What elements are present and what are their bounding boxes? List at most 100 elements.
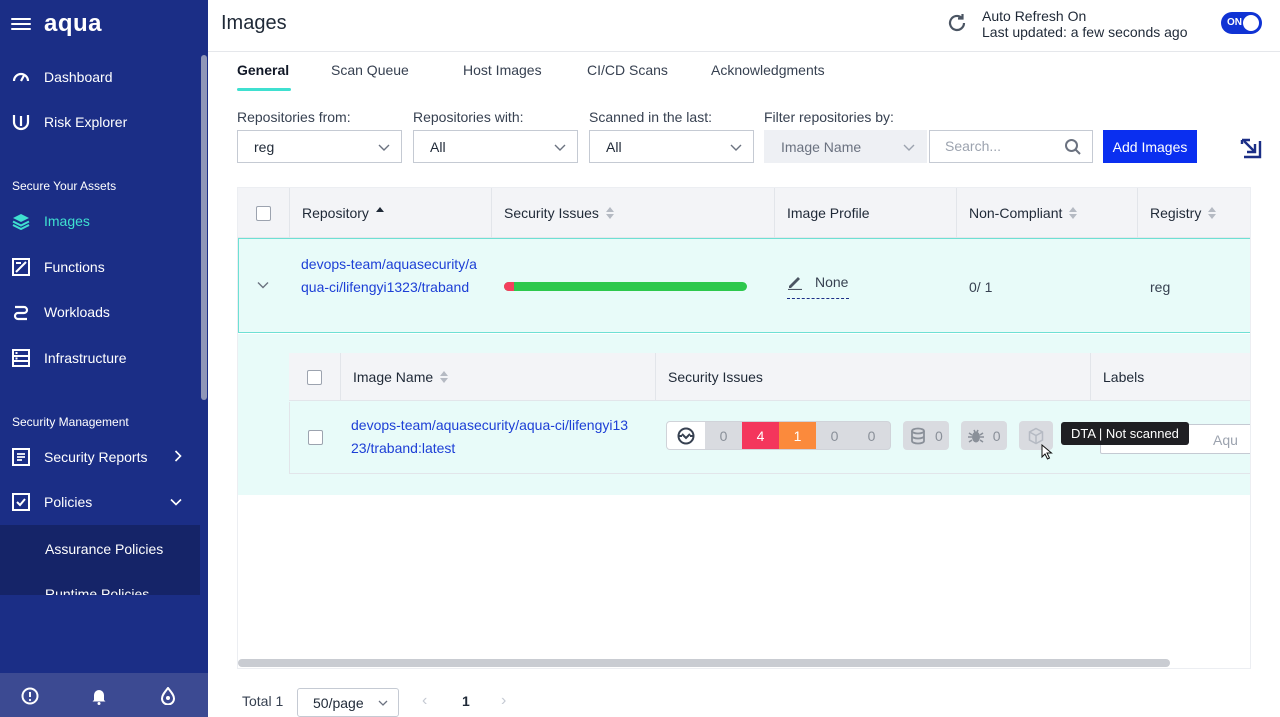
repos-with-label: Repositories with: — [413, 109, 524, 125]
select-value: All — [430, 139, 446, 155]
repos-with-select[interactable]: All — [413, 130, 578, 163]
col-label: Security Issues — [504, 205, 599, 221]
sidebar-footer — [0, 673, 208, 717]
layers-icon — [11, 211, 31, 231]
toggle-knob — [1243, 15, 1259, 31]
sidebar-item-infrastructure[interactable]: Infrastructure — [0, 338, 200, 378]
sidebar-item-label: Functions — [44, 259, 105, 275]
pagination-total: Total 1 — [242, 693, 284, 709]
prev-page-button[interactable]: ‹ — [422, 692, 427, 710]
sidebar-item-label: Security Reports — [44, 449, 148, 465]
select-value: reg — [254, 139, 275, 155]
sidebar-item-label: Workloads — [44, 304, 110, 320]
chevron-down-icon — [903, 144, 915, 151]
select-value: Image Name — [781, 139, 862, 155]
submenu-assurance-policies[interactable]: Assurance Policies — [45, 541, 163, 557]
search-box — [929, 130, 1093, 163]
col-label: Non-Compliant — [969, 205, 1063, 221]
security-issues-badges: 0 4 1 0 0 0 0 — [666, 421, 1053, 450]
bug-icon — [967, 429, 984, 443]
sidebar-item-policies[interactable]: Policies — [0, 482, 200, 522]
tab-general[interactable]: General — [237, 62, 291, 91]
col-security-issues[interactable]: Security Issues — [492, 188, 775, 238]
vulnerabilities-pill[interactable]: 0 4 1 0 0 — [666, 421, 891, 450]
image-row-checkbox[interactable] — [308, 430, 323, 445]
chevron-down-icon — [170, 498, 182, 506]
image-profile-value: None — [815, 274, 849, 290]
col-label: Image Name — [353, 369, 434, 385]
sidebar-item-images[interactable]: Images — [0, 201, 200, 241]
tab-acknowledgments[interactable]: Acknowledgments — [711, 62, 825, 78]
mouse-cursor-icon — [1041, 444, 1053, 460]
tab-host-images[interactable]: Host Images — [463, 62, 542, 78]
col-labels: Labels — [1091, 353, 1250, 401]
repos-from-select[interactable]: reg — [237, 130, 402, 163]
horizontal-scrollbar[interactable] — [238, 659, 1170, 667]
chevron-down-icon — [378, 144, 390, 151]
sensitive-data-pill[interactable]: 0 — [903, 421, 949, 450]
registry-value: reg — [1150, 279, 1171, 295]
scanned-select[interactable]: All — [589, 130, 754, 163]
page-title: Images — [221, 12, 287, 34]
col-registry[interactable]: Registry — [1138, 188, 1250, 238]
page-size-select[interactable]: 50/page — [297, 688, 399, 717]
sidebar-scrollbar[interactable] — [201, 55, 207, 400]
col-label: Image Profile — [787, 205, 870, 221]
dta-cube-icon — [1028, 427, 1043, 444]
col-label: Labels — [1103, 369, 1145, 385]
sidebar-item-label: Risk Explorer — [44, 114, 128, 130]
dotted-underline — [787, 298, 849, 299]
security-issues-bar — [504, 282, 747, 291]
sidebar-item-functions[interactable]: Functions — [0, 247, 200, 287]
current-page[interactable]: 1 — [462, 693, 470, 709]
col-non-compliant[interactable]: Non-Compliant — [957, 188, 1138, 238]
sort-icon — [1208, 207, 1217, 219]
dashboard-icon — [11, 67, 31, 87]
col-label: Security Issues — [668, 369, 763, 385]
image-name-link[interactable]: devops-team/aquasecurity/aqua-ci/lifengy… — [351, 414, 631, 460]
next-page-button[interactable]: › — [501, 692, 506, 710]
col-image-profile: Image Profile — [775, 188, 957, 238]
col-repository[interactable]: Repository — [290, 188, 492, 238]
search-icon[interactable] — [1064, 138, 1082, 156]
col-label: Repository — [302, 205, 369, 221]
workloads-icon — [11, 302, 31, 322]
refresh-icon[interactable] — [946, 12, 968, 34]
info-icon[interactable] — [21, 687, 39, 705]
chevron-down-icon[interactable] — [257, 281, 269, 289]
last-updated-label: Last updated: a few seconds ago — [982, 24, 1188, 40]
sidebar-item-security-reports[interactable]: Security Reports — [0, 437, 200, 477]
auto-refresh-status: Auto Refresh On Last updated: a few seco… — [982, 8, 1187, 40]
tab-label: General — [237, 62, 290, 78]
tab-cicd-scans[interactable]: CI/CD Scans — [587, 62, 668, 78]
auto-refresh-label: Auto Refresh On — [982, 8, 1087, 24]
export-icon[interactable] — [1239, 136, 1263, 160]
sort-asc-icon — [375, 207, 384, 219]
labels-placeholder: Aqu — [1213, 432, 1238, 448]
sub-select-all-checkbox[interactable] — [307, 369, 322, 385]
search-input[interactable] — [945, 138, 1055, 154]
sidebar: aqua Dashboard Risk Explorer Secure Your… — [0, 0, 208, 717]
sidebar-item-dashboard[interactable]: Dashboard — [0, 57, 200, 97]
reports-icon — [11, 447, 31, 467]
table-row[interactable]: devops-team/aquasecurity/aqua-ci/lifengy… — [238, 238, 1250, 333]
repository-link[interactable]: devops-team/aquasecurity/aqua-ci/lifengy… — [301, 253, 479, 299]
chevron-down-icon — [554, 144, 566, 151]
col-image-name[interactable]: Image Name — [341, 353, 656, 401]
submenu-runtime-policies[interactable]: Runtime Policies — [45, 586, 149, 595]
add-images-button[interactable]: Add Images — [1103, 130, 1197, 163]
user-icon[interactable] — [159, 687, 177, 705]
sidebar-item-workloads[interactable]: Workloads — [0, 292, 200, 332]
sidebar-item-label: Dashboard — [44, 69, 113, 85]
auto-refresh-toggle[interactable]: ON — [1221, 12, 1262, 34]
hamburger-menu-icon[interactable] — [11, 15, 31, 35]
filter-by-label: Filter repositories by: — [764, 109, 894, 125]
bell-icon[interactable] — [90, 687, 108, 705]
subtable-header: Image Name Security Issues Labels — [289, 353, 1250, 401]
malware-pill[interactable]: 0 — [960, 421, 1007, 450]
select-all-checkbox[interactable] — [256, 205, 271, 221]
sidebar-item-risk-explorer[interactable]: Risk Explorer — [0, 102, 200, 142]
tab-scan-queue[interactable]: Scan Queue — [331, 62, 409, 78]
toggle-label: ON — [1227, 17, 1242, 28]
filter-by-select[interactable]: Image Name — [764, 130, 927, 163]
